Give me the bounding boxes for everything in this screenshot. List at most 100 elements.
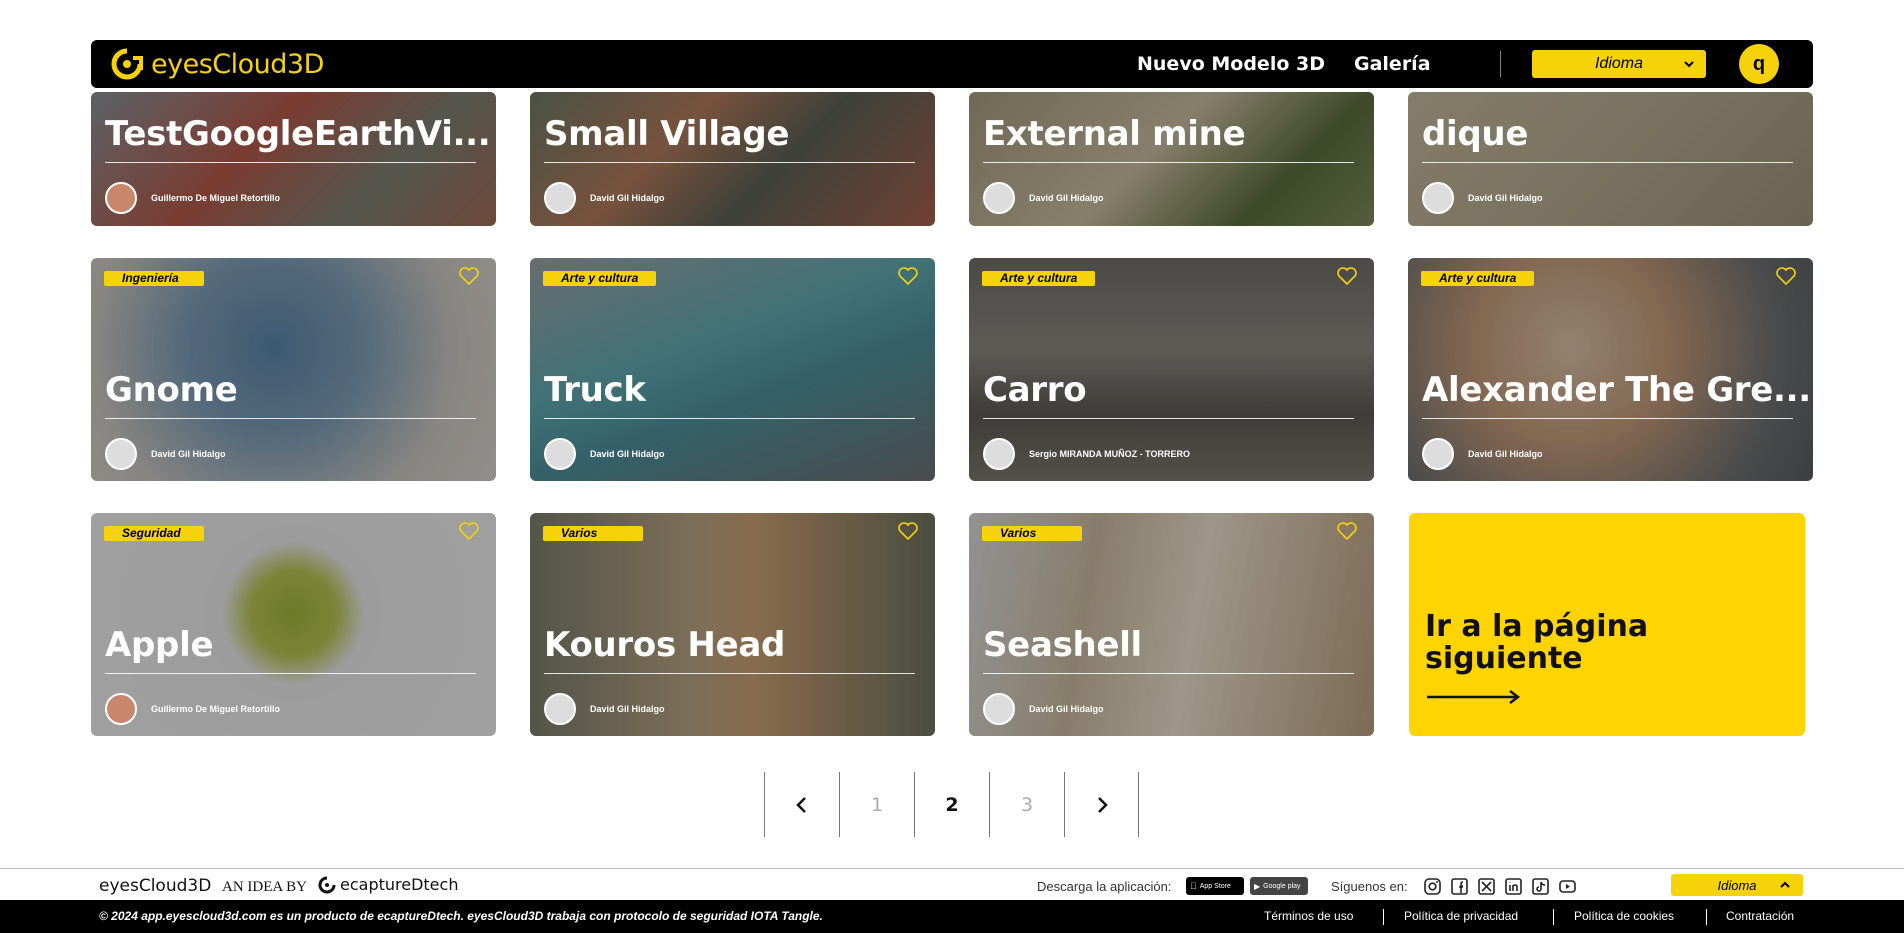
cookies-link[interactable]: Política de cookies — [1574, 909, 1674, 923]
download-label: Descarga la aplicación: — [1037, 879, 1172, 894]
instagram-icon[interactable] — [1423, 877, 1442, 896]
next-page-button[interactable] — [1064, 772, 1139, 837]
avatar — [105, 182, 137, 214]
footer-bar: eyesCloud3D AN IDEA BY ecaptureDtech Des… — [0, 868, 1904, 900]
model-card[interactable]: TestGoogleEarthVi... Guillermo De Miguel… — [91, 92, 496, 226]
tiktok-icon[interactable] — [1531, 877, 1550, 896]
model-card[interactable]: Ingeniería Gnome David Gil Hidalgo — [91, 258, 496, 481]
card-title: Kouros Head — [544, 625, 786, 665]
card-title: Small Village — [544, 114, 790, 154]
model-card[interactable]: dique David Gil Hidalgo — [1408, 92, 1813, 226]
card-author: David Gil Hidalgo — [151, 449, 226, 459]
contracting-link[interactable]: Contratación — [1726, 909, 1794, 923]
avatar — [544, 438, 576, 470]
card-author: David Gil Hidalgo — [590, 193, 665, 203]
footer-partner-text: ecaptureDtech — [340, 875, 459, 894]
card-title: dique — [1422, 114, 1529, 154]
ecapture-logo-icon — [318, 876, 336, 893]
x-twitter-icon[interactable] — [1477, 877, 1496, 896]
card-title: External mine — [983, 114, 1246, 154]
model-card[interactable]: Arte y cultura Truck David Gil Hidalgo — [530, 258, 935, 481]
heart-icon[interactable] — [897, 521, 919, 541]
page-button-3[interactable]: 3 — [989, 772, 1064, 837]
card-author: David Gil Hidalgo — [590, 704, 665, 714]
next-page-card[interactable]: Ir a la página siguiente — [1409, 513, 1805, 736]
footer-partner-logo[interactable]: ecaptureDtech — [318, 875, 458, 894]
google-play-badge[interactable]: ▶ Google play — [1250, 877, 1308, 895]
avatar — [983, 438, 1015, 470]
card-author: David Gil Hidalgo — [1029, 193, 1104, 203]
chevron-right-icon — [1097, 796, 1108, 813]
facebook-icon[interactable] — [1450, 877, 1469, 896]
card-author: David Gil Hidalgo — [1029, 704, 1104, 714]
model-card[interactable]: Varios Kouros Head David Gil Hidalgo — [530, 513, 935, 736]
heart-icon[interactable] — [458, 266, 480, 286]
model-card[interactable]: Arte y cultura Alexander The Gre... Davi… — [1408, 258, 1813, 481]
card-title: Carro — [983, 370, 1087, 410]
card-title: Truck — [544, 370, 646, 410]
top-navbar: eyesCloud3D Nuevo Modelo 3D Galería Idio… — [91, 40, 1813, 88]
terms-link[interactable]: Términos de uso — [1264, 909, 1353, 923]
card-title: Gnome — [105, 370, 238, 410]
footer-language-select[interactable]: Idioma — [1671, 874, 1803, 896]
category-badge: Seguridad — [104, 526, 204, 541]
nav-new-model[interactable]: Nuevo Modelo 3D — [1137, 53, 1325, 75]
google-play-label: Google play — [1263, 882, 1301, 890]
arrow-right-icon — [1427, 690, 1521, 704]
category-badge: Varios — [982, 526, 1082, 541]
card-title: TestGoogleEarthVi... — [105, 114, 491, 154]
model-card[interactable]: Arte y cultura Carro Sergio MIRANDA MUÑO… — [969, 258, 1374, 481]
card-author: David Gil Hidalgo — [590, 449, 665, 459]
privacy-link[interactable]: Política de privacidad — [1404, 909, 1518, 923]
chevron-left-icon — [796, 796, 806, 813]
model-card[interactable]: Seguridad Apple Guillermo De Miguel Reto… — [91, 513, 496, 736]
page-button-2[interactable]: 2 — [914, 772, 989, 837]
card-title: Apple — [105, 625, 214, 665]
apple-icon:  — [1190, 881, 1197, 891]
category-badge: Arte y cultura — [543, 271, 657, 286]
follow-label: Síguenos en: — [1331, 879, 1408, 894]
category-badge: Ingeniería — [104, 271, 204, 286]
heart-icon[interactable] — [1775, 266, 1797, 286]
prev-page-button[interactable] — [764, 772, 839, 837]
avatar — [105, 438, 137, 470]
card-author: Guillermo De Miguel Retortillo — [151, 193, 281, 203]
app-store-badge[interactable]:  App Store — [1186, 877, 1244, 895]
user-avatar-button[interactable]: q — [1739, 44, 1779, 84]
page-button-1[interactable]: 1 — [839, 772, 914, 837]
card-author: Sergio MIRANDA MUÑOZ - TORRERO — [1029, 449, 1190, 459]
pagination: 1 2 3 — [764, 772, 1139, 837]
app-store-label: App Store — [1193, 882, 1231, 890]
model-card[interactable]: External mine David Gil Hidalgo — [969, 92, 1374, 226]
category-badge: Arte y cultura — [1421, 271, 1535, 286]
logo-icon — [111, 48, 143, 80]
model-card[interactable]: Varios Seashell David Gil Hidalgo — [969, 513, 1374, 736]
heart-icon[interactable] — [897, 266, 919, 286]
heart-icon[interactable] — [1336, 521, 1358, 541]
avatar — [983, 182, 1015, 214]
heart-icon[interactable] — [458, 521, 480, 541]
avatar — [983, 693, 1015, 725]
card-author: Guillermo De Miguel Retortillo — [151, 704, 281, 714]
avatar — [105, 693, 137, 725]
play-icon: ▶ — [1254, 881, 1261, 891]
heart-icon[interactable] — [1336, 266, 1358, 286]
language-select[interactable]: Idioma — [1532, 50, 1706, 78]
linkedin-icon[interactable] — [1504, 877, 1523, 896]
footer-language-label: Idioma — [1717, 877, 1757, 893]
nav-gallery[interactable]: Galería — [1354, 53, 1431, 75]
footer-brand[interactable]: eyesCloud3D — [99, 876, 211, 896]
next-page-text: Ir a la página siguiente — [1425, 609, 1649, 676]
card-title: Alexander The Gre... — [1422, 370, 1811, 410]
divider — [1500, 51, 1501, 77]
card-author: David Gil Hidalgo — [1468, 449, 1543, 459]
logo[interactable]: eyesCloud3D — [111, 48, 324, 80]
footer-idea-by: AN IDEA BY — [222, 879, 307, 895]
youtube-icon[interactable] — [1558, 877, 1577, 896]
category-badge: Varios — [543, 526, 643, 541]
avatar — [544, 693, 576, 725]
chevron-down-icon — [1684, 61, 1694, 68]
model-card[interactable]: Small Village David Gil Hidalgo — [530, 92, 935, 226]
avatar — [1422, 438, 1454, 470]
footer-legal-bar: © 2024 app.eyescloud3d.com es un product… — [0, 900, 1904, 933]
